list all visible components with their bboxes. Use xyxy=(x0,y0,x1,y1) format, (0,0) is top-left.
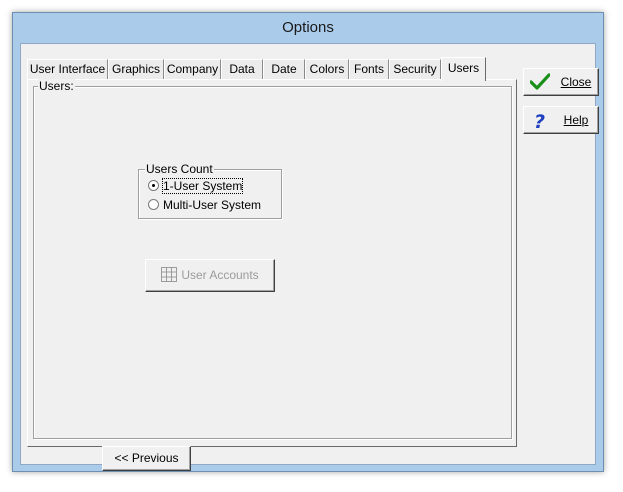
tab-users[interactable]: Users xyxy=(441,57,486,81)
user-accounts-label: User Accounts xyxy=(181,268,259,282)
radio-1-user-system[interactable]: 1-User System xyxy=(148,178,244,194)
close-label: Close xyxy=(560,75,592,89)
previous-button[interactable]: << Previous xyxy=(102,446,191,471)
users-count-group: Users Count 1-User System Multi-User Sys… xyxy=(138,162,282,219)
tab-user-interface[interactable]: User Interface xyxy=(27,59,108,79)
user-accounts-button[interactable]: User Accounts xyxy=(145,259,275,292)
tab-graphics[interactable]: Graphics xyxy=(108,59,164,79)
radio-multi-user-system[interactable]: Multi-User System xyxy=(148,197,261,213)
radio-multi-user-label: Multi-User System xyxy=(163,198,262,212)
tab-fonts[interactable]: Fonts xyxy=(349,59,389,79)
users-tab-page: Users: Users Count 1-User System Multi-U… xyxy=(27,79,517,447)
users-frame-label: Users: xyxy=(38,79,75,93)
radio-1-user-label: 1-User System xyxy=(161,178,244,194)
help-label: Help xyxy=(563,113,589,127)
tab-colors[interactable]: Colors xyxy=(305,59,349,79)
tab-data[interactable]: Data xyxy=(221,59,263,79)
close-button[interactable]: Close xyxy=(523,68,599,96)
users-frame: Users: Users Count 1-User System Multi-U… xyxy=(33,79,512,439)
window-title: Options xyxy=(282,19,334,36)
radio-button-icon[interactable] xyxy=(148,199,159,211)
dialog-client-area: User Interface Graphics Company Data Dat… xyxy=(20,43,599,471)
radio-button-checked-icon[interactable] xyxy=(148,180,159,192)
tab-date[interactable]: Date xyxy=(263,59,305,79)
svg-text:?: ? xyxy=(534,111,545,131)
checkmark-icon xyxy=(530,73,550,90)
tab-security[interactable]: Security xyxy=(389,59,441,79)
options-window: Options User Interface Graphics Company … xyxy=(12,12,604,472)
tab-company[interactable]: Company xyxy=(164,59,221,79)
question-icon: ? xyxy=(534,111,545,131)
help-button[interactable]: ? Help xyxy=(523,106,599,134)
users-count-legend: Users Count xyxy=(145,162,214,176)
users-grid-icon xyxy=(161,267,178,283)
